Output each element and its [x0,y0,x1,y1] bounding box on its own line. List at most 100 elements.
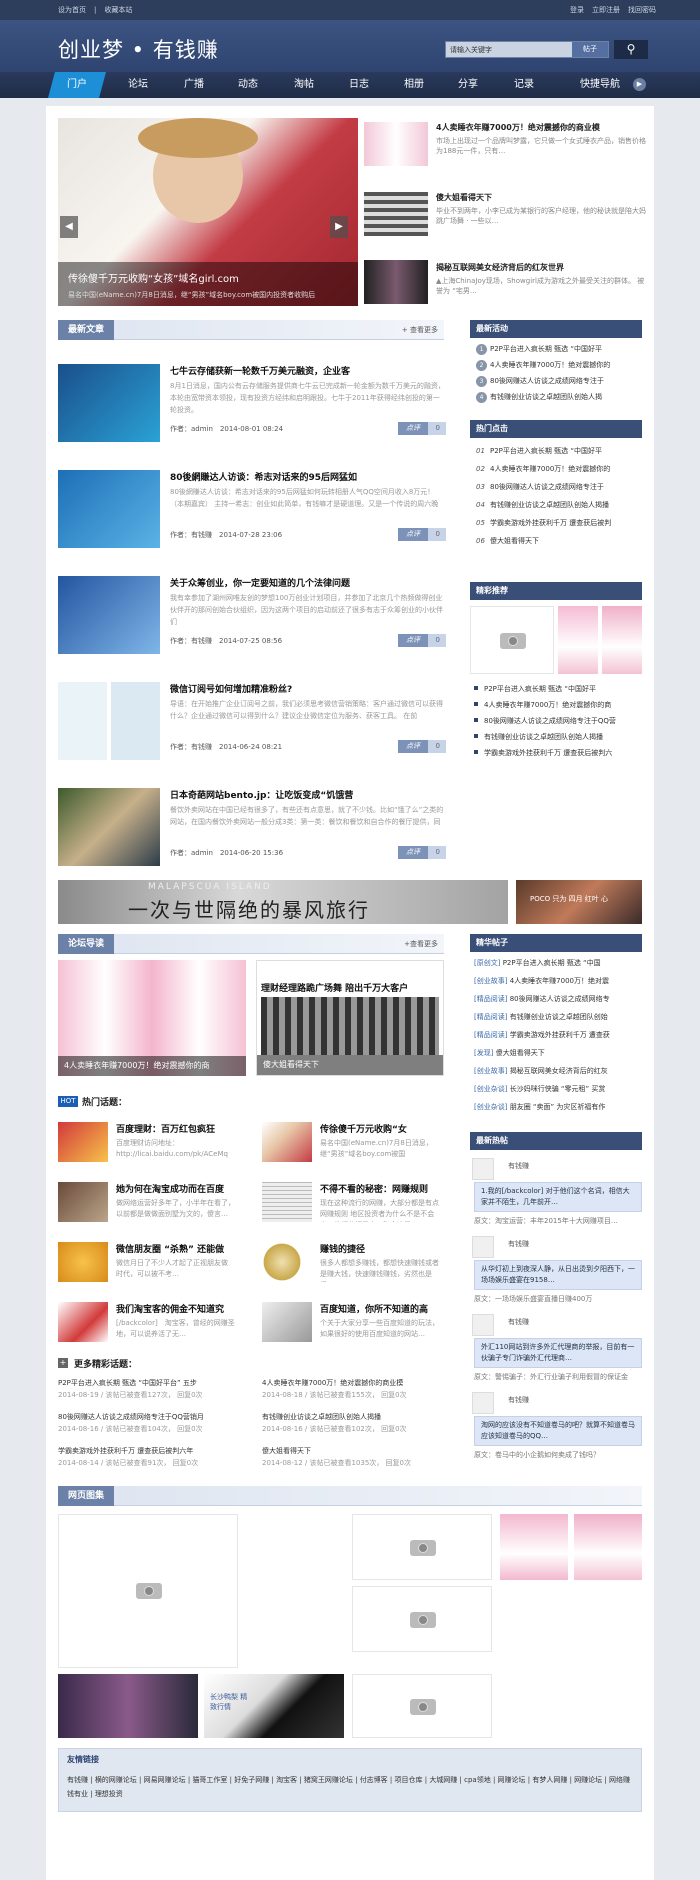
hot-topic-image[interactable] [262,1302,312,1342]
friend-link[interactable]: 好免子网赚 [234,1776,269,1784]
hot-topic-title[interactable]: 赚钱的捷径 [320,1242,365,1255]
slider-item-title[interactable]: 傻大姐看得天下 [436,192,492,203]
friend-link[interactable]: 有梦人网赚 [532,1776,567,1784]
article-title[interactable]: 关于众筹创业，你一定要知道的几个法律问题 [170,576,350,589]
avatar[interactable] [472,1158,494,1180]
article-item[interactable]: 80後網賺达人访谈：希志对话来的95后网猛如 80後網賺达人访谈：希志对话来的9… [58,470,448,570]
article-title[interactable]: 日本奇葩网站bento.jp：让吃饭变成“饥饿营 [170,788,353,801]
comment-bubble[interactable]: 从华灯初上到夜深人静，从日出烫到夕阳西下，一场场娱乐盛宴在9158… [474,1260,642,1290]
comment-source[interactable]: 原文：警惕骗子：外汇行业骗子利用假冒的保证金 [474,1372,628,1382]
more-topic-title[interactable]: 有钱赚创业访谈之卓越团队创始人揭播 [262,1412,381,1422]
friend-link[interactable]: 网赚论坛 [574,1776,602,1784]
favorite-link[interactable]: 收藏本站 [104,6,132,14]
nav-item-share[interactable]: 分享 [444,72,492,98]
hot-topic-title[interactable]: 百度理财：百万红包疯狂 [116,1122,215,1135]
pick-image[interactable] [602,606,642,674]
friend-link[interactable]: 网易网赚论坛 [144,1776,186,1784]
pick-item[interactable]: P2P平台进入疯长期 甄选 “中国好平 [470,684,642,696]
article-item[interactable]: 关于众筹创业，你一定要知道的几个法律问题 我有幸参加了湖州网唯友创的梦想100万… [58,576,448,676]
comment-author[interactable]: 有钱赚 [508,1239,529,1249]
friend-link[interactable]: 网赚论坛 [498,1776,526,1784]
comment-source[interactable]: 原文：淘宝运营：丰年2015年十大网赚项目… [474,1216,618,1226]
side-banner[interactable]: POCO 只为 四月 红叶 心 [516,880,642,924]
search-scope-select[interactable]: 帖子 [572,42,608,57]
thumb-image[interactable] [364,192,428,236]
hot-topic-title[interactable]: 传徐傻千万元收购“女 [320,1122,407,1135]
hot-topic-title[interactable]: 她为何在淘宝成功而在百度 [116,1182,224,1195]
forum-post-item[interactable]: [创业杂谈] 朋友圈 “卖面” 为灾区祈福有作 [474,1102,642,1114]
hot-topic-image[interactable] [262,1242,312,1282]
nav-item-collection[interactable]: 淘帖 [280,72,328,98]
comment-author[interactable]: 有钱赚 [508,1317,529,1327]
chevron-right-icon[interactable]: ▶ [633,78,646,91]
pick-item[interactable]: 4人卖睡衣年赚7000万！绝对震撼你的商 [470,700,642,712]
newest-item[interactable]: 2 4人卖睡衣年赚7000万！绝对震撼你的 [476,360,636,372]
article-item[interactable]: 微信订阅号如何增加精准粉丝? 导语：在开始推广企业订阅号之前，我们必须思考微信营… [58,682,448,782]
slider-prev-button[interactable]: ◀ [60,216,78,238]
pick-image-placeholder[interactable] [470,606,554,674]
avatar[interactable] [472,1236,494,1258]
comment-tag[interactable]: 点评 0 [398,846,446,859]
comment-tag[interactable]: 点评 0 [398,422,446,435]
comment-bubble[interactable]: 淘网的应该没有不知道卷马的吧？就算不知道卷马应该知道卷马的QQ… [474,1416,642,1446]
article-item[interactable]: 日本奇葩网站bento.jp：让吃饭变成“饥饿营 餐饮外卖网站在中国已经有很多了… [58,788,448,888]
comment-author[interactable]: 有钱赚 [508,1161,529,1171]
more-topic-title[interactable]: 傻大姐看得天下 [262,1446,311,1456]
newest-item[interactable]: 1 P2P平台进入疯长期 甄选 “中国好平 [476,344,636,356]
avatar[interactable] [472,1314,494,1336]
hot-topic-image[interactable] [58,1302,108,1342]
pick-item[interactable]: 学霸卖游戏外挂获利千万 遭查获后被判六 [470,748,642,760]
forum-read-image[interactable]: 理财经理路跪广场舞 陪出千万大客户 傻大姐看得天下 [256,960,444,1076]
comment-source[interactable]: 原文：一场场娱乐盛宴直播日赚400万 [474,1294,592,1304]
hot-topic-title[interactable]: 微信朋友圈 “杀熟” 还能做 [116,1242,224,1255]
nav-item-record[interactable]: 记录 [500,72,548,98]
search-input[interactable]: 请输入关键字 帖子 [445,41,609,58]
more-topic-title[interactable]: 4人卖睡衣年赚7000万！绝对震撼你的商业模 [262,1378,403,1388]
newest-item[interactable]: 3 80後网赚达人访谈之成绩网络专注于 [476,376,636,388]
comment-tag[interactable]: 点评 0 [398,634,446,647]
gallery-image[interactable] [58,1674,198,1738]
hot-topic-image[interactable] [262,1122,312,1162]
thumb-image[interactable] [364,260,428,304]
slider-caption[interactable]: 传徐傻千万元收购“女孩”域名girl.com [68,270,239,285]
more-topic-title[interactable]: 学霸卖游戏外挂获利千万 遭查获后被判六年 [58,1446,193,1456]
article-title[interactable]: 七牛云存储获新一轮数千万美元融资，企业客 [170,364,350,377]
nav-item-broadcast[interactable]: 广播 [170,72,218,98]
search-button[interactable]: ⚲ [614,40,648,59]
forum-post-item[interactable]: [创业故事] 揭秘互联网美女经济背后的红灰 [474,1066,642,1078]
hot-topic-image[interactable] [58,1182,108,1222]
forum-post-item[interactable]: [发现] 傻大姐看得天下 [474,1048,642,1060]
forum-read-image[interactable]: 4人卖睡衣年赚7000万！绝对震撼你的商 [58,960,246,1076]
slider-next-button[interactable]: ▶ [330,216,348,238]
gallery-placeholder[interactable] [58,1514,238,1668]
hot-topic-title[interactable]: 百度知道，你所不知道的高 [320,1302,428,1315]
hot-topic-image[interactable] [58,1122,108,1162]
gallery-placeholder[interactable] [352,1586,492,1652]
nav-item-quick-nav[interactable]: 快捷导航 [572,72,628,98]
hot-item[interactable]: 04 有钱赚创业访谈之卓越团队创始人揭播 [476,500,636,512]
friend-link[interactable]: cpa领地 [464,1776,491,1784]
pick-image[interactable] [558,606,598,674]
comment-bubble[interactable]: 外汇110网站到许多外汇代理商的举报，目前有一伙骗子专门诈骗外汇代理商… [474,1338,642,1368]
site-logo[interactable]: 创业梦 • 有钱赚 [58,34,219,64]
slider-item-title[interactable]: 4人卖睡衣年赚7000万！绝对震撼你的商业模 [436,122,600,133]
forum-post-item[interactable]: [创业故事] 4人卖睡衣年赚7000万！绝对震 [474,976,642,988]
nav-item-portal[interactable]: 门户 [48,72,106,98]
article-title[interactable]: 微信订阅号如何增加精准粉丝? [170,682,292,695]
article-image[interactable] [58,682,160,760]
thumb-image[interactable] [364,122,428,166]
forum-read-more-link[interactable]: +查看更多 [404,939,438,949]
comment-author[interactable]: 有钱赚 [508,1395,529,1405]
hot-item[interactable]: 02 4人卖睡衣年赚7000万！绝对震撼你的 [476,464,636,476]
pick-item[interactable]: 80後网赚达人访谈之成绩网络专注于QQ营 [470,716,642,728]
banner-ad[interactable]: MALAPSCUA ISLAND 一次与世隔绝的暴风旅行 [58,880,508,924]
forum-post-item[interactable]: [原创文] P2P平台进入疯长期 甄选 “中国 [474,958,642,970]
hot-item[interactable]: 06 傻大姐看得天下 [476,536,636,548]
register-link[interactable]: 立即注册 [592,6,620,14]
gallery-image[interactable]: 长沙鸭梨 精致行情 [204,1674,344,1738]
article-image[interactable] [58,576,160,654]
forum-post-item[interactable]: [精品阅读] 学霸卖游戏外挂获利千万 遭查获 [474,1030,642,1042]
login-link[interactable]: 登录 [570,6,584,14]
more-topic-title[interactable]: P2P平台进入疯长期 甄选 “中国好平台” 五步 [58,1378,197,1388]
hot-topic-title[interactable]: 不得不看的秘密：网赚规则 [320,1182,428,1195]
